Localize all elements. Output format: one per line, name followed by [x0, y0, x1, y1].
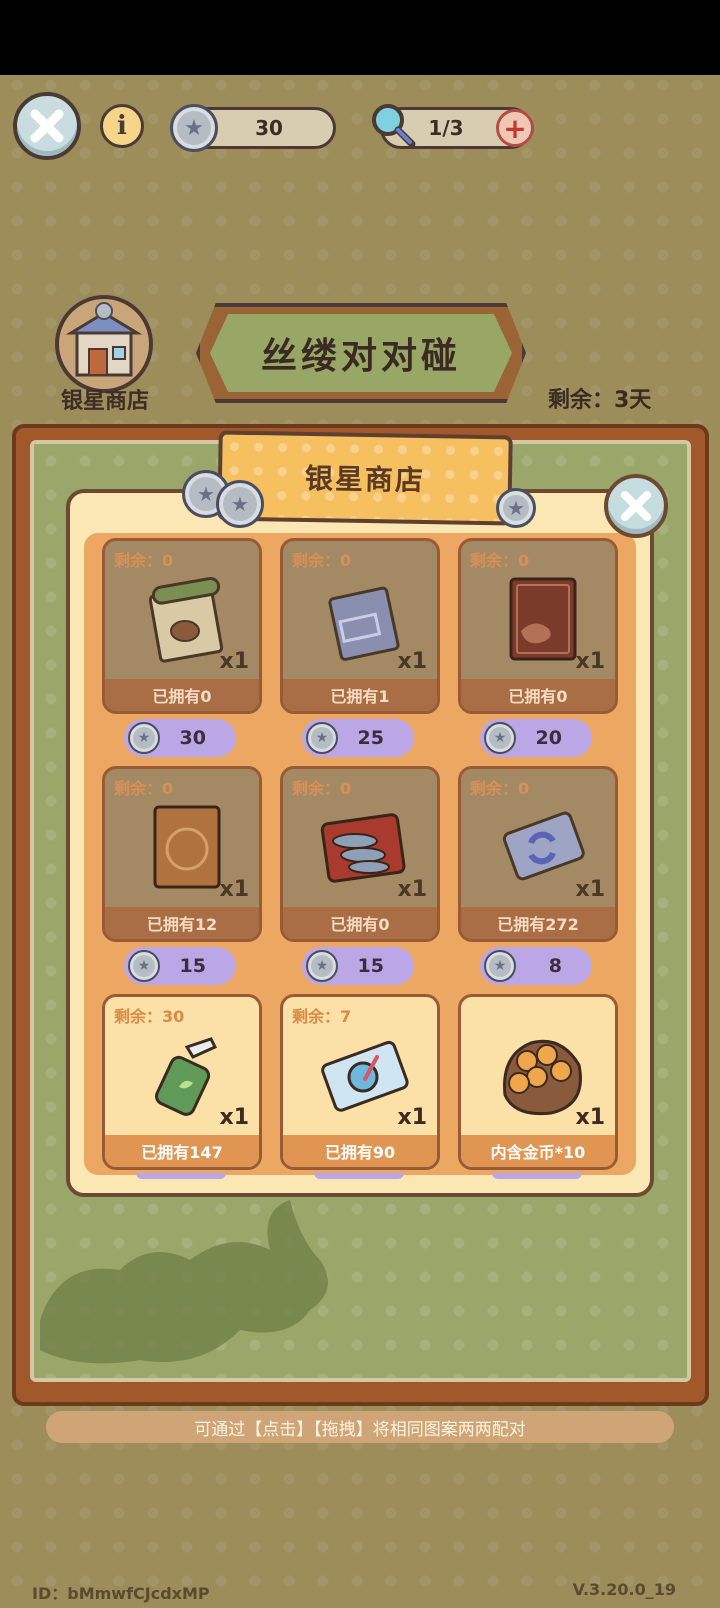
item-stock: 剩余：0	[292, 551, 352, 570]
item-quantity: x1	[397, 877, 428, 902]
cat-silhouette-decoration	[40, 1200, 328, 1364]
item-quantity: x1	[575, 1105, 606, 1130]
item-price: 15	[179, 955, 206, 977]
item-owned-count: 已拥有147	[105, 1135, 259, 1167]
item-stock: 剩余：0	[114, 779, 174, 798]
item-owned-count: 已拥有12	[105, 907, 259, 939]
item-quantity: x1	[219, 649, 250, 674]
item-stock: 剩余：30	[114, 1007, 185, 1026]
silver-star-coin-icon: ★	[496, 488, 536, 528]
coin-count: 30	[255, 116, 283, 140]
item-quantity: x1	[575, 649, 606, 674]
silver-shop-shortcut[interactable]	[55, 295, 153, 393]
shop-item-card[interactable]: 剩余：0 x1 已拥有272	[458, 766, 618, 942]
item-quantity: x1	[397, 1105, 428, 1130]
shop-item-card[interactable]: 剩余：30 x1 已拥有147	[102, 994, 262, 1170]
item-price-tag[interactable]: ★ 25	[302, 719, 414, 757]
item-price-tag[interactable]: ★ 8	[480, 947, 592, 985]
shop-item-card[interactable]: 剩余：7 x1 已拥有90	[280, 994, 440, 1170]
item-price-tag[interactable]: ★ 15	[302, 947, 414, 985]
event-title: 丝缕对对碰	[210, 314, 512, 392]
app-version: V.3.20.0_19	[572, 1580, 676, 1599]
silver-star-coin-icon: ★	[484, 722, 516, 754]
shop-shortcut-label: 银星商店	[60, 389, 149, 414]
silver-star-coin-icon: ★	[306, 950, 338, 982]
close-shop-button[interactable]	[604, 474, 668, 538]
item-price: 20	[535, 727, 562, 749]
silver-star-coin-icon: ★	[484, 950, 516, 982]
item-quantity: x1	[219, 877, 250, 902]
item-stock: 剩余：0	[470, 551, 530, 570]
item-owned-count: 已拥有1	[283, 679, 437, 711]
silver-star-coin-icon: ★	[128, 722, 160, 754]
item-quantity: x1	[219, 1105, 250, 1130]
item-owned-count: 已拥有0	[461, 679, 615, 711]
silver-star-coin-icon: ★	[170, 104, 218, 152]
close-icon	[621, 491, 651, 521]
info-button[interactable]: i	[100, 104, 144, 148]
item-stock: 剩余：0	[470, 779, 530, 798]
silver-star-coin-icon: ★	[216, 480, 264, 528]
status-bar	[0, 0, 720, 75]
event-remaining-time: 剩余：3天	[548, 388, 652, 413]
shop-item-card[interactable]: x1 内含金币*10	[458, 994, 618, 1170]
item-price: 25	[357, 727, 384, 749]
item-owned-count: 已拥有0	[105, 679, 259, 711]
item-price: 15	[357, 955, 384, 977]
item-owned-count: 已拥有90	[283, 1135, 437, 1167]
shop-item-card[interactable]: 剩余：0 x1 已拥有0	[280, 766, 440, 942]
plus-icon: +	[503, 111, 527, 145]
player-id: ID：bMmwfCJcdxMP	[32, 1584, 210, 1603]
item-price-tag[interactable]: ★ 30	[124, 719, 236, 757]
item-price-tag[interactable]	[136, 1173, 226, 1179]
item-price-tag[interactable]: ★ 20	[480, 719, 592, 757]
instruction-hint: 可通过【点击】【拖拽】将相同图案两两配对	[46, 1411, 674, 1443]
shop-item-card[interactable]: 剩余：0 x1 已拥有0	[458, 538, 618, 714]
item-stock: 剩余：0	[114, 551, 174, 570]
item-price: 30	[179, 727, 206, 749]
exit-button[interactable]	[13, 92, 81, 160]
item-quantity: x1	[575, 877, 606, 902]
item-owned-count: 已拥有272	[461, 907, 615, 939]
item-price-tag[interactable]	[314, 1173, 404, 1179]
hint-count: 1/3	[428, 116, 464, 140]
item-price-tag[interactable]: ★ 15	[124, 947, 236, 985]
item-price-tag[interactable]	[492, 1173, 582, 1179]
shop-building-icon	[65, 302, 143, 377]
shop-item-card[interactable]: 剩余：0 x1 已拥有1	[280, 538, 440, 714]
item-stock: 剩余：0	[292, 779, 352, 798]
silver-star-coin-icon: ★	[128, 950, 160, 982]
shop-item-card[interactable]: 剩余：0 x1 已拥有12	[102, 766, 262, 942]
item-price: 8	[548, 955, 562, 977]
add-hint-button[interactable]: +	[496, 109, 534, 147]
close-icon	[30, 109, 64, 143]
info-icon: i	[117, 111, 127, 141]
item-quantity: x1	[397, 649, 428, 674]
silver-star-coin-icon: ★	[306, 722, 338, 754]
item-stock: 剩余：7	[292, 1007, 352, 1026]
item-owned-count: 已拥有0	[283, 907, 437, 939]
item-owned-count: 内含金币*10	[461, 1135, 615, 1167]
shop-item-card[interactable]: 剩余：0 x1 已拥有0	[102, 538, 262, 714]
magnifier-icon	[372, 104, 416, 148]
